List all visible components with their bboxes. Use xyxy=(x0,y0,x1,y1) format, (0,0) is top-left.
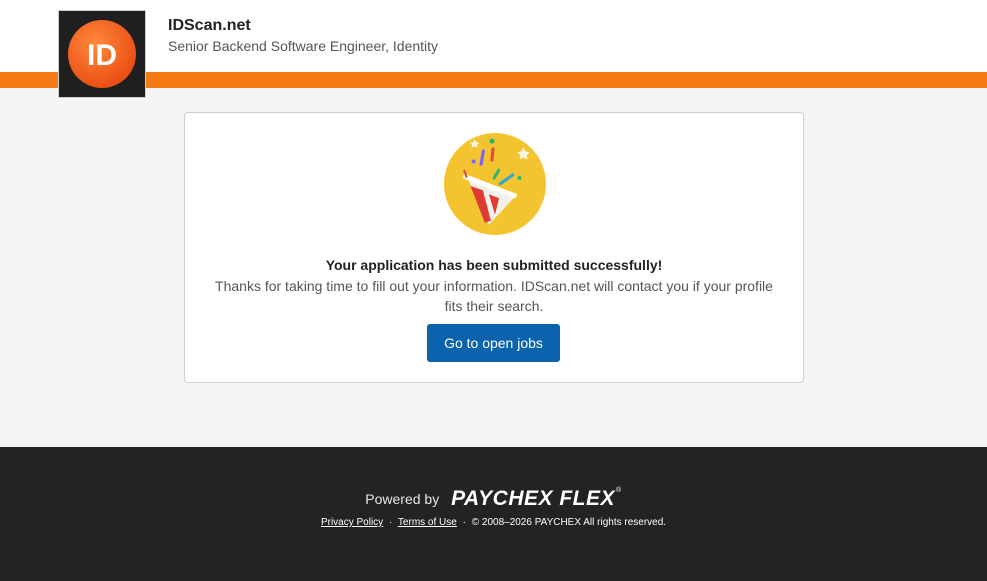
job-title: Senior Backend Software Engineer, Identi… xyxy=(168,38,439,54)
footer: Powered by PAYCHEX FLEX® Privacy Policy … xyxy=(0,447,987,581)
company-name: IDScan.net xyxy=(168,17,251,34)
separator: · xyxy=(462,517,466,528)
privacy-policy-link[interactable]: Privacy Policy xyxy=(321,517,383,528)
company-logo: ID xyxy=(58,10,146,98)
confirmation-card: Your application has been submitted succ… xyxy=(184,112,804,383)
legal-line: Privacy Policy · Terms of Use · © 2008–2… xyxy=(0,517,987,528)
registered-mark: ® xyxy=(616,487,622,494)
copyright-text: © 2008–2026 PAYCHEX All rights reserved. xyxy=(471,517,667,528)
brand-text: PAYCHEX FLEX xyxy=(451,487,616,510)
party-popper-icon xyxy=(444,133,546,235)
idscan-logo-icon: ID xyxy=(68,20,136,88)
separator: · xyxy=(388,517,393,528)
header xyxy=(0,0,987,72)
logo-text: ID xyxy=(87,39,117,72)
go-to-open-jobs-button[interactable]: Go to open jobs xyxy=(427,324,560,362)
powered-by-label: Powered by xyxy=(365,491,440,507)
powered-by-line: Powered by PAYCHEX FLEX® xyxy=(0,487,987,511)
header-accent-bar xyxy=(0,72,987,88)
paychex-flex-logo: PAYCHEX FLEX® xyxy=(451,487,622,511)
success-title: Your application has been submitted succ… xyxy=(325,257,663,273)
terms-of-use-link[interactable]: Terms of Use xyxy=(398,517,457,528)
success-message: Thanks for taking time to fill out your … xyxy=(215,278,773,314)
